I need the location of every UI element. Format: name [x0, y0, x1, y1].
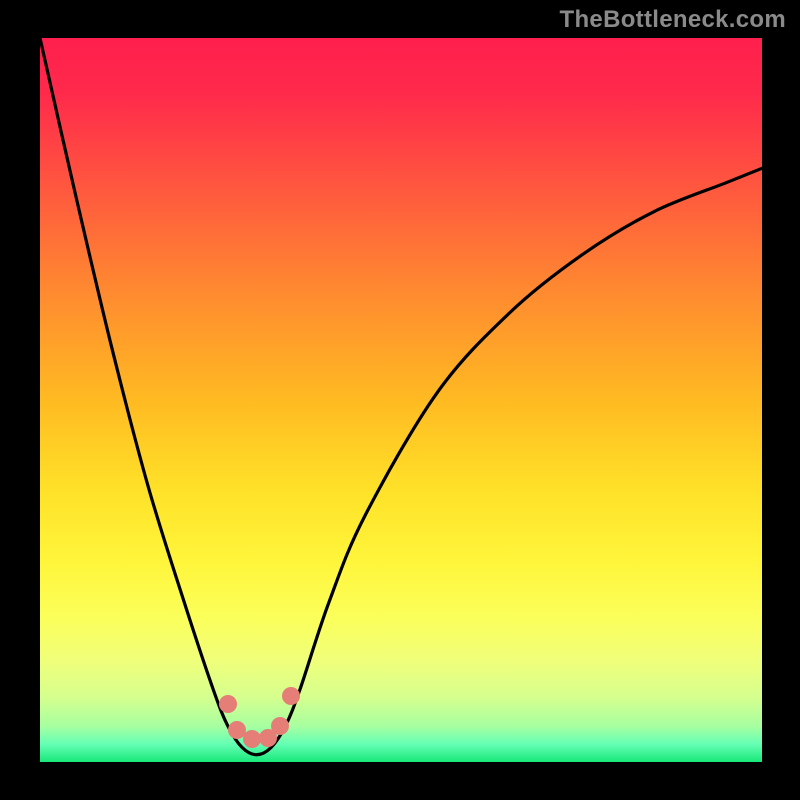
chart-frame: TheBottleneck.com: [0, 0, 800, 800]
data-marker: [219, 695, 237, 713]
data-marker: [243, 730, 261, 748]
curve-layer: [40, 38, 762, 762]
watermark-text: TheBottleneck.com: [560, 6, 786, 34]
plot-area: [40, 38, 762, 762]
data-marker: [271, 717, 289, 735]
data-marker: [228, 721, 246, 739]
bottleneck-curve: [40, 38, 762, 755]
data-marker: [282, 687, 300, 705]
